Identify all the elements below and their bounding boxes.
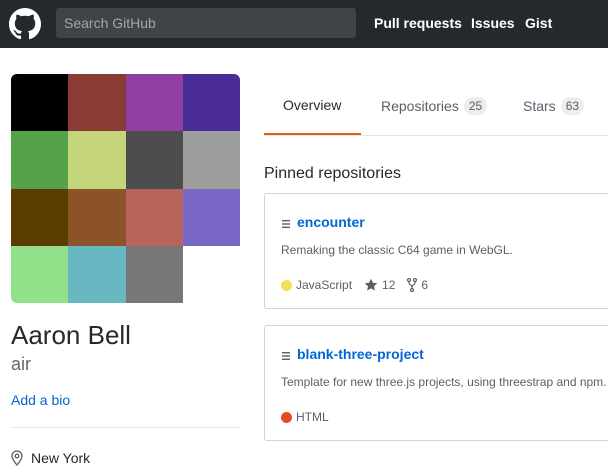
star-icon — [364, 278, 378, 291]
avatar-cell — [125, 245, 183, 303]
avatar-cell — [125, 188, 183, 246]
nav-gist[interactable]: Gist — [525, 15, 552, 31]
location-pin-icon — [11, 450, 23, 466]
nav-issues[interactable]: Issues — [471, 15, 515, 31]
avatar-cell — [68, 188, 126, 246]
repo-stars[interactable]: 12 — [364, 278, 395, 292]
repo-name-link[interactable]: encounter — [297, 214, 365, 230]
tab-stars[interactable]: Stars 63 — [523, 97, 585, 115]
repo-language: JavaScript — [281, 278, 352, 292]
avatar-cell — [182, 188, 240, 246]
repo-meta: JavaScript 12 6 — [281, 278, 440, 292]
avatar-cell — [125, 131, 183, 189]
repo-icon — [282, 220, 290, 228]
pinned-repo-card: blank-three-project Template for new thr… — [264, 325, 608, 441]
search-input[interactable] — [56, 8, 356, 38]
pinned-repo-card: encounter Remaking the classic C64 game … — [264, 193, 608, 309]
repo-description: Remaking the classic C64 game in WebGL. — [281, 243, 513, 257]
avatar-cell — [11, 74, 69, 132]
tab-label: Stars — [523, 98, 556, 114]
repo-forks[interactable]: 6 — [407, 278, 428, 292]
tab-counter: 25 — [463, 97, 488, 115]
avatar-cell — [68, 131, 126, 189]
location-text: New York — [31, 450, 91, 466]
avatar-cell — [11, 245, 69, 303]
profile-tabs: Overview Repositories 25 Stars 63 — [264, 74, 608, 136]
profile-fullname: Aaron Bell — [11, 320, 131, 350]
avatar-cell — [68, 245, 126, 303]
language-color-dot — [281, 279, 292, 291]
selected-tab-indicator — [264, 133, 361, 135]
tab-overview[interactable]: Overview — [283, 97, 341, 113]
repo-icon — [282, 352, 290, 360]
language-label: HTML — [296, 410, 329, 424]
tab-label: Repositories — [381, 98, 459, 114]
tab-label: Overview — [283, 97, 342, 113]
avatar-cell — [11, 188, 69, 246]
repo-language: HTML — [281, 410, 329, 424]
avatar[interactable] — [11, 74, 240, 303]
avatar-cell — [182, 131, 240, 189]
pinned-repositories-heading: Pinned repositories — [264, 165, 401, 182]
avatar-cell — [11, 131, 69, 189]
top-header: Pull requests Issues Gist — [0, 0, 608, 48]
language-label: JavaScript — [296, 278, 353, 292]
star-count: 12 — [382, 278, 396, 292]
repo-meta: HTML — [281, 410, 341, 424]
avatar-cell — [182, 74, 240, 132]
profile-location: New York — [11, 450, 90, 466]
repo-name-link[interactable]: blank-three-project — [297, 346, 424, 362]
divider — [11, 427, 240, 428]
tab-repositories[interactable]: Repositories 25 — [381, 97, 488, 115]
nav-pull-requests[interactable]: Pull requests — [374, 15, 462, 31]
fork-icon — [407, 278, 418, 292]
profile-username: air — [11, 354, 32, 374]
avatar-cell — [182, 245, 240, 303]
repo-description: Template for new three.js projects, usin… — [281, 375, 607, 389]
github-logo-icon[interactable] — [9, 8, 41, 40]
tab-counter: 63 — [560, 97, 585, 115]
add-bio-link[interactable]: Add a bio — [11, 392, 70, 408]
language-color-dot — [281, 411, 292, 423]
search-box — [56, 8, 356, 38]
fork-count: 6 — [421, 278, 429, 292]
avatar-cell — [125, 74, 183, 132]
avatar-cell — [68, 74, 126, 132]
